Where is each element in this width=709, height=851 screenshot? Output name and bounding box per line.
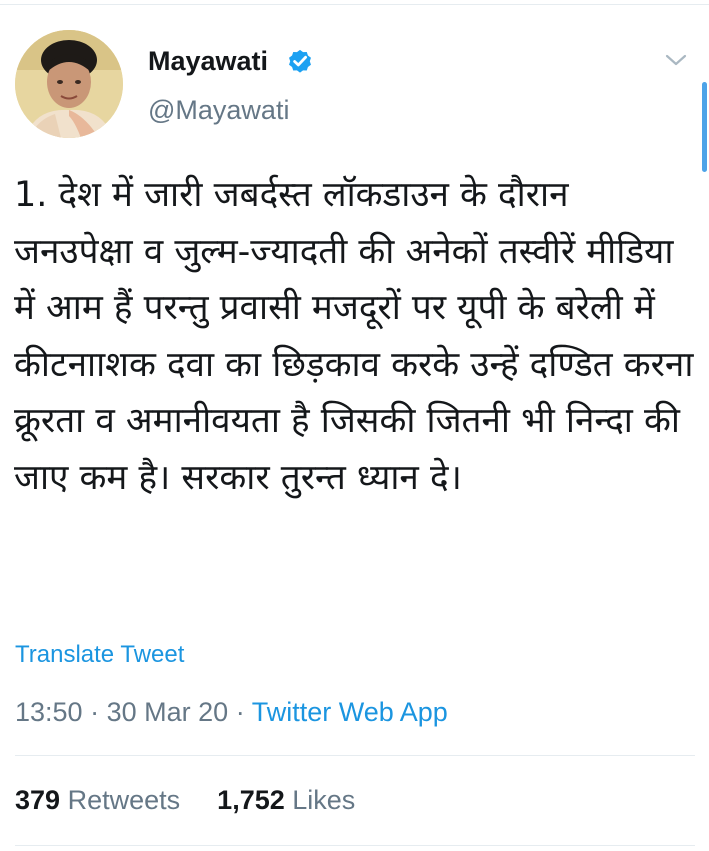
likes-stat[interactable]: 1,752 Likes: [210, 785, 356, 815]
meta-separator: ·: [90, 697, 100, 727]
likes-label: Likes: [292, 785, 356, 815]
likes-count: 1,752: [217, 785, 285, 815]
verified-badge-icon: [289, 49, 311, 73]
translate-tweet-link[interactable]: Translate Tweet: [15, 641, 184, 669]
tweet-meta: 13:50 · 30 Mar 20 · Twitter Web App: [15, 695, 448, 729]
meta-separator: ·: [235, 697, 245, 727]
avatar[interactable]: [15, 30, 123, 138]
retweets-count: 379: [15, 785, 61, 815]
retweets-stat[interactable]: 379 Retweets: [15, 785, 188, 815]
divider: [15, 755, 695, 756]
scroll-indicator[interactable]: [702, 82, 707, 172]
retweets-label: Retweets: [67, 785, 181, 815]
tweet-time: 13:50: [15, 697, 83, 727]
tweet-stats: 379 Retweets 1,752 Likes: [15, 783, 355, 817]
tweet-source-link[interactable]: Twitter Web App: [252, 697, 448, 727]
chevron-down-icon[interactable]: [664, 50, 688, 70]
display-name[interactable]: Mayawati: [148, 44, 268, 78]
profile-photo: [15, 30, 123, 138]
divider: [15, 845, 695, 846]
top-divider: [0, 4, 709, 5]
tweet-date: 30 Mar 20: [106, 697, 229, 727]
tweet-text: 1. देश में जारी जबर्दस्त लॉकडाउन के दौरा…: [14, 175, 705, 498]
handle[interactable]: @Mayawati: [148, 93, 289, 127]
